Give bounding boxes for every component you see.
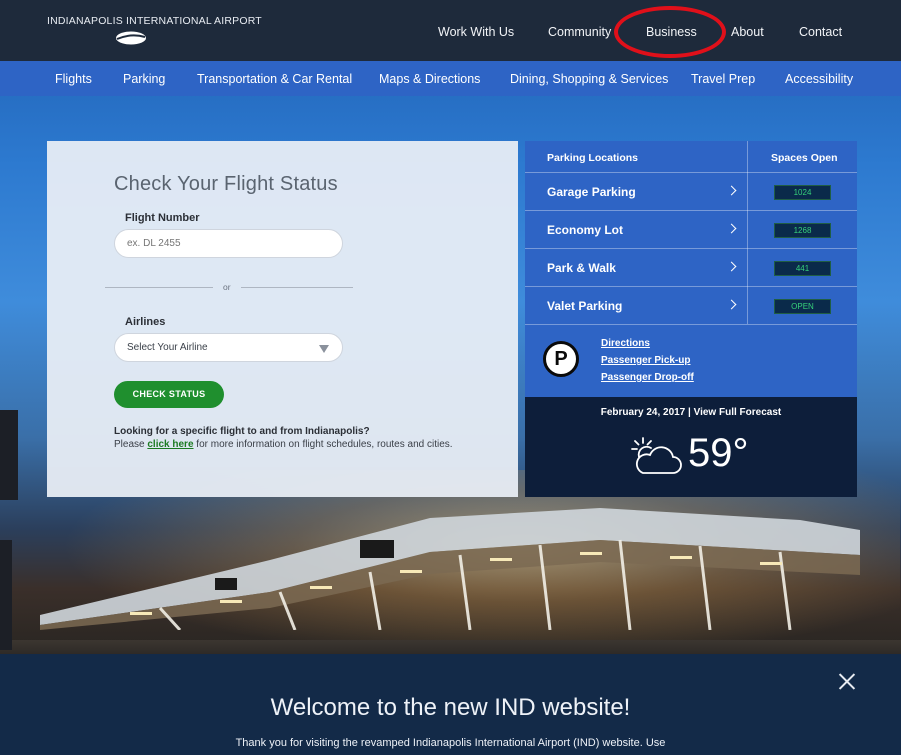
parking-row-garage[interactable]: Garage Parking 1024 [525, 173, 857, 211]
parking-panel: Parking Locations Spaces Open Garage Par… [525, 141, 857, 397]
chevron-right-icon [726, 185, 737, 196]
parking-row-name: Park & Walk [547, 261, 616, 275]
spaces-count: 441 [774, 261, 831, 276]
chevron-right-icon [726, 299, 737, 310]
light-pole [0, 540, 12, 650]
description-heading: Looking for a specific flight to and fro… [114, 426, 370, 437]
subnav-transportation[interactable]: Transportation & Car Rental [197, 72, 352, 86]
chevron-right-icon [726, 261, 737, 272]
parking-locations-heading: Parking Locations [547, 152, 639, 164]
chevron-right-icon [726, 223, 737, 234]
main-navigation: Flights Parking Transportation & Car Ren… [0, 61, 901, 96]
parking-row-name: Valet Parking [547, 299, 623, 313]
click-here-link[interactable]: click here [147, 439, 193, 450]
highlight-circle-annotation [614, 6, 726, 58]
parking-row-name: Economy Lot [547, 223, 624, 237]
site-logo-text[interactable]: INDIANAPOLIS INTERNATIONAL AIRPORT [47, 15, 262, 27]
nav-work-with-us[interactable]: Work With Us [438, 25, 514, 39]
weather-date-forecast-link[interactable]: February 24, 2017 | View Full Forecast [525, 407, 857, 418]
check-status-button[interactable]: CHECK STATUS [114, 381, 224, 408]
terminal-canopy [40, 508, 860, 630]
flight-status-panel: Check Your Flight Status Flight Number o… [47, 141, 518, 497]
divider-line [241, 287, 353, 288]
flight-number-input[interactable] [114, 229, 343, 258]
parking-row-valet[interactable]: Valet Parking OPEN [525, 287, 857, 325]
subnav-flights[interactable]: Flights [55, 72, 92, 86]
divider-line [105, 287, 213, 288]
passenger-dropoff-link[interactable]: Passenger Drop-off [601, 372, 694, 383]
directions-link[interactable]: Directions [601, 338, 650, 349]
description-text: for more information on flight schedules… [196, 438, 453, 450]
weather-panel: February 24, 2017 | View Full Forecast 5… [525, 397, 857, 497]
parking-header: Parking Locations Spaces Open [525, 141, 857, 173]
airline-select-value: Select Your Airline [127, 342, 208, 353]
temperature: 59° [688, 431, 749, 475]
welcome-banner: Welcome to the new IND website! Thank yo… [0, 654, 901, 755]
airline-select[interactable]: Select Your Airline [114, 333, 343, 362]
airport-logo-icon[interactable] [115, 31, 147, 45]
subnav-maps-directions[interactable]: Maps & Directions [379, 72, 480, 86]
spaces-count: OPEN [774, 299, 831, 314]
nav-community[interactable]: Community [548, 25, 611, 39]
parking-p-icon: P [543, 341, 579, 377]
close-icon[interactable] [838, 672, 856, 690]
subnav-travel-prep[interactable]: Travel Prep [691, 72, 755, 86]
passenger-pickup-link[interactable]: Passenger Pick-up [601, 355, 690, 366]
parking-row-name: Garage Parking [547, 185, 636, 199]
spaces-count: 1024 [774, 185, 831, 200]
flight-status-title: Check Your Flight Status [114, 173, 338, 195]
welcome-title: Welcome to the new IND website! [270, 694, 631, 721]
welcome-text: Thank you for visiting the revamped Indi… [235, 737, 666, 749]
airlines-label: Airlines [125, 316, 166, 328]
top-header: INDIANAPOLIS INTERNATIONAL AIRPORT Work … [0, 0, 901, 61]
subnav-dining-shopping[interactable]: Dining, Shopping & Services [510, 72, 668, 86]
subnav-accessibility[interactable]: Accessibility [785, 72, 853, 86]
light-pole [0, 410, 18, 500]
nav-about[interactable]: About [731, 25, 764, 39]
subnav-parking[interactable]: Parking [123, 72, 165, 86]
spaces-count: 1268 [774, 223, 831, 238]
description-text: Please [114, 438, 145, 450]
spaces-open-heading: Spaces Open [771, 152, 838, 164]
flight-search-description: Looking for a specific flight to and fro… [114, 426, 454, 451]
nav-contact[interactable]: Contact [799, 25, 842, 39]
partly-cloudy-icon [631, 437, 682, 474]
dropdown-arrow-icon [319, 345, 329, 353]
flight-number-label: Flight Number [125, 212, 200, 224]
parking-row-park-walk[interactable]: Park & Walk 441 [525, 249, 857, 287]
or-separator: or [223, 282, 231, 292]
parking-row-economy[interactable]: Economy Lot 1268 [525, 211, 857, 249]
